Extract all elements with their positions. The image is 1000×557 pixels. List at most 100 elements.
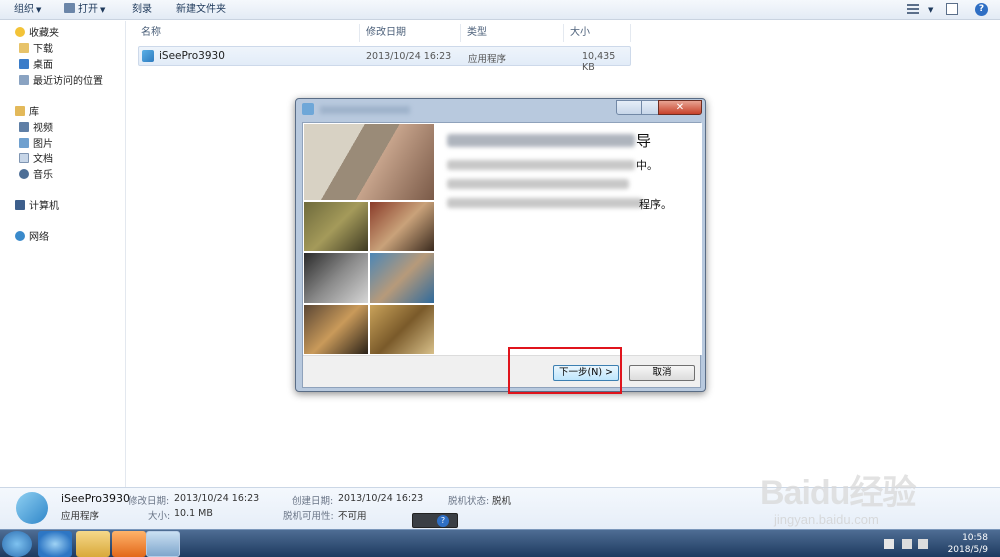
column-header-name[interactable]: 名称 (141, 26, 161, 40)
clock-time: 10:58 (962, 533, 988, 543)
clock[interactable]: 10:58 2018/5/9 (948, 532, 988, 556)
offline-status-label: 脱机状态: (448, 496, 490, 507)
chevron-down-icon: ▼ (100, 6, 106, 14)
nav-desktop[interactable]: 桌面 (19, 59, 53, 73)
nav-libraries[interactable]: 库 (15, 106, 39, 120)
chevron-down-icon: ▼ (36, 6, 42, 14)
highlight-annotation (508, 347, 622, 394)
internet-explorer-icon[interactable] (38, 531, 72, 557)
blurred-text (447, 198, 643, 208)
column-divider[interactable] (630, 24, 631, 42)
nav-music[interactable]: 音乐 (19, 169, 53, 183)
isee-installer-taskbar-icon[interactable] (146, 531, 180, 557)
desktop-icon (19, 59, 29, 69)
start-button[interactable] (2, 531, 32, 557)
blurred-text (447, 160, 635, 170)
nav-downloads[interactable]: 下载 (19, 43, 53, 57)
taskbar: 10:58 2018/5/9 (0, 529, 1000, 557)
music-icon (19, 169, 29, 179)
star-icon (15, 27, 25, 37)
command-bar: 组织 ▼ 打开 ▼ 刻录 新建文件夹 ▼ ? (0, 0, 1000, 20)
collage-photo (303, 304, 369, 355)
cancel-button[interactable]: 取消 (629, 365, 695, 381)
burn-button[interactable]: 刻录 (132, 3, 152, 17)
nav-network[interactable]: 网络 (15, 231, 49, 245)
network-status-icon[interactable] (902, 539, 912, 549)
app-icon (302, 103, 314, 115)
floating-help-widget[interactable]: ? (412, 513, 458, 528)
organize-button[interactable]: 组织 ▼ (14, 3, 41, 17)
created-value: 2013/10/24 16:23 (338, 493, 424, 504)
new-folder-button[interactable]: 新建文件夹 (176, 3, 226, 17)
blurred-heading (447, 134, 635, 147)
downloads-folder-icon (19, 43, 29, 53)
photo-collage (303, 123, 435, 355)
column-divider[interactable] (359, 24, 360, 42)
media-player-icon[interactable] (112, 531, 146, 557)
collage-photo (303, 201, 369, 252)
file-size: 10,435 KB (582, 51, 616, 73)
chevron-down-icon[interactable]: ▼ (926, 3, 933, 17)
nav-favorites[interactable]: 收藏夹 (15, 27, 59, 41)
clock-date: 2018/5/9 (947, 545, 988, 555)
watermark-url: jingyan.baidu.com (774, 512, 879, 527)
network-icon (15, 231, 25, 241)
navigation-pane: 收藏夹 下载 桌面 最近访问的位置 库 视频 图片 文档 音乐 计算机 网络 (0, 21, 126, 487)
collage-photo (369, 304, 435, 355)
recent-places-icon (19, 75, 29, 85)
column-header-date[interactable]: 修改日期 (366, 26, 406, 40)
volume-icon[interactable] (918, 539, 928, 549)
collage-photo (369, 252, 435, 304)
collage-photo (303, 123, 435, 201)
setup-dialog: ✕ 导 中。 程序。 下一步(N) > 取消 (295, 98, 706, 392)
application-large-icon (16, 492, 48, 524)
dialog-footer: 下一步(N) > 取消 (303, 355, 700, 387)
size-label: 大小: (148, 511, 171, 522)
nav-documents[interactable]: 文档 (19, 153, 53, 167)
modified-value: 2013/10/24 16:23 (174, 493, 260, 504)
file-row[interactable]: iSeePro3930 2013/10/24 16:23 应用程序 10,435… (138, 46, 631, 73)
file-explorer-icon[interactable] (76, 531, 110, 557)
nav-recent[interactable]: 最近访问的位置 (19, 75, 103, 89)
close-button[interactable]: ✕ (658, 100, 702, 115)
open-icon (64, 3, 75, 13)
watermark: Baidu经验 jingyan.baidu.com (760, 455, 980, 540)
watermark-brand: Baidu经验 (760, 474, 916, 512)
column-divider[interactable] (563, 24, 564, 42)
video-icon (19, 122, 29, 132)
help-icon[interactable]: ? (975, 3, 988, 16)
view-options-icon[interactable] (907, 4, 919, 15)
dialog-body: 导 中。 程序。 下一步(N) > 取消 (302, 122, 702, 388)
dialog-content: 导 中。 程序。 (435, 123, 702, 355)
column-header-type[interactable]: 类型 (467, 26, 487, 40)
dialog-title-blurred (320, 106, 410, 114)
details-file-name: iSeePro3930 (61, 492, 131, 505)
details-kind: 应用程序 (61, 511, 100, 522)
heading-tail: 导 (636, 132, 652, 150)
application-icon (142, 50, 154, 62)
nav-videos[interactable]: 视频 (19, 122, 53, 136)
size-value: 10.1 MB (174, 508, 213, 519)
library-icon (15, 106, 25, 116)
column-header-size[interactable]: 大小 (570, 26, 590, 40)
minimize-button[interactable] (616, 100, 642, 115)
column-divider[interactable] (460, 24, 461, 42)
offline-status-value: 脱机 (492, 496, 512, 507)
computer-icon (15, 200, 25, 210)
documents-icon (19, 153, 29, 163)
availability-value: 不可用 (338, 511, 367, 522)
text-tail: 中。 (636, 159, 658, 172)
text-tail: 程序。 (639, 198, 672, 211)
preview-pane-icon[interactable] (946, 3, 958, 15)
blurred-text (447, 179, 629, 189)
nav-pictures[interactable]: 图片 (19, 138, 53, 152)
file-date: 2013/10/24 16:23 (366, 51, 452, 62)
file-type: 应用程序 (468, 54, 507, 65)
file-name: iSeePro3930 (159, 50, 225, 62)
availability-label: 脱机可用性: (283, 511, 334, 522)
nav-computer[interactable]: 计算机 (15, 200, 59, 214)
pictures-icon (19, 138, 29, 148)
action-center-icon[interactable] (884, 539, 894, 549)
open-button[interactable]: 打开 ▼ (64, 3, 105, 17)
help-icon: ? (437, 515, 449, 527)
